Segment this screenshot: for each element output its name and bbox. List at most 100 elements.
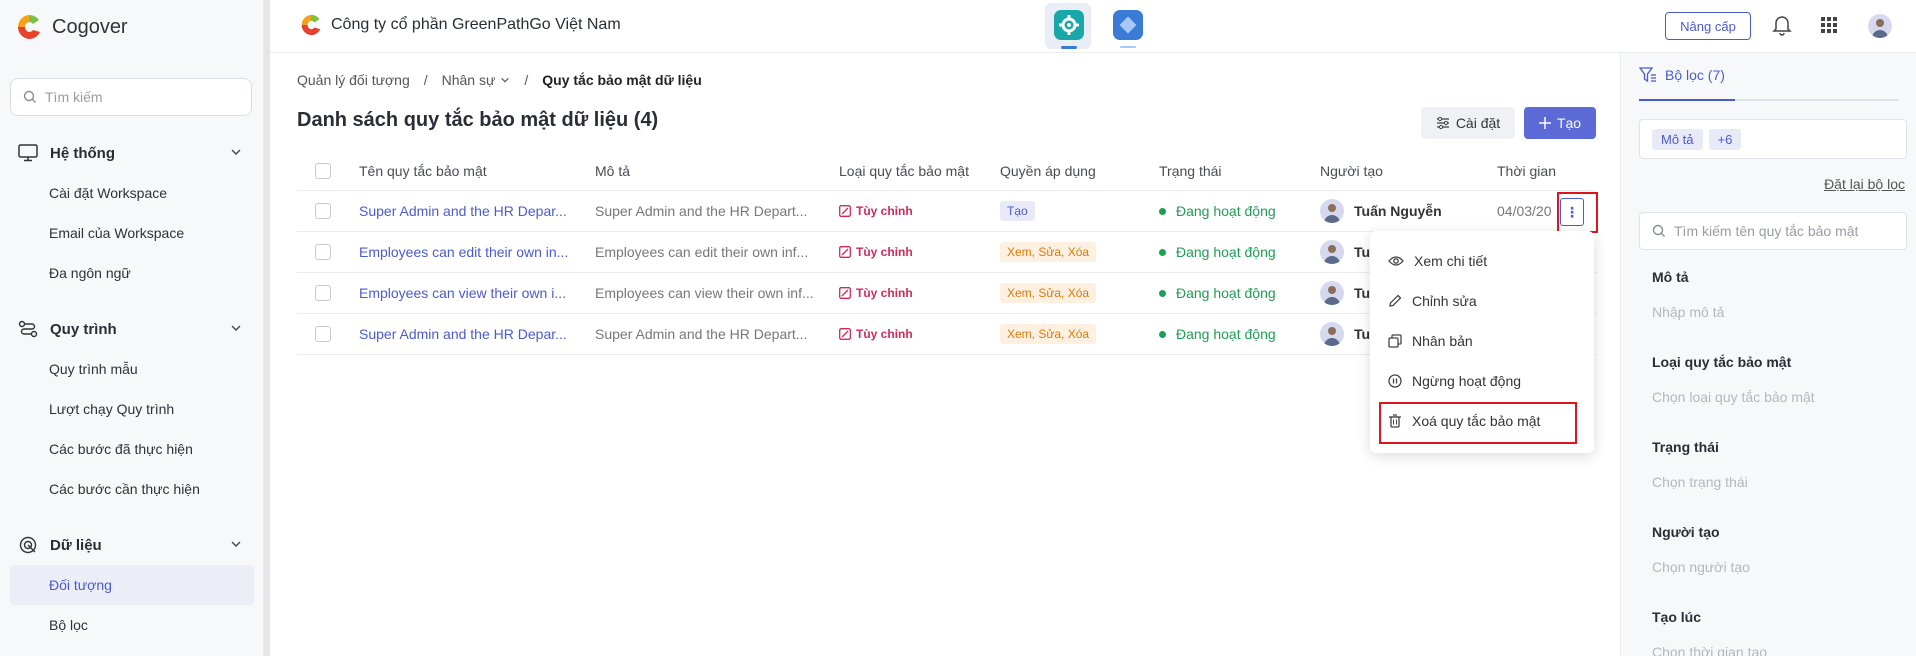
sidebar-item-completed-steps[interactable]: Các bước đã thực hiện — [0, 429, 264, 469]
filter-select-creator[interactable]: Chọn người tạo — [1652, 559, 1750, 575]
breadcrumb-mid-label: Nhân sự — [441, 72, 496, 88]
work-app-icon[interactable] — [1113, 10, 1143, 40]
reset-filters-link[interactable]: Đặt lại bộ lọc — [1824, 176, 1905, 192]
menu-item-edit[interactable]: Chỉnh sửa — [1388, 281, 1477, 321]
filter-select-rule-type[interactable]: Chọn loại quy tắc bảo mật — [1652, 389, 1815, 405]
top-bar: Công ty cổ phần GreenPathGo Việt Nam Nân… — [270, 0, 1916, 53]
col-header-permission[interactable]: Quyền áp dụng — [1000, 163, 1096, 179]
filter-chip-description[interactable]: Mô tả — [1652, 128, 1703, 150]
filter-input-description[interactable]: Nhập mô tả — [1652, 304, 1724, 320]
menu-item-label: Ngừng hoạt động — [1412, 373, 1522, 389]
creator-cell: Tu — [1320, 281, 1370, 305]
custom-edit-icon — [839, 287, 851, 299]
filter-label-status: Trạng thái — [1652, 439, 1719, 455]
plus-icon — [1538, 117, 1551, 129]
filter-panel: Bộ lọc (7) Mô tả +6 Đặt lại bộ lọc Tìm k… — [1620, 53, 1916, 656]
permission-cell: Xem, Sửa, Xóa — [1000, 283, 1097, 303]
eye-icon — [1388, 256, 1404, 266]
sidebar-section-workflow: Quy trình Quy trình mẫu Lượt chạy Quy tr… — [0, 309, 264, 509]
col-header-type[interactable]: Loại quy tắc bảo mật — [839, 163, 969, 179]
creator-name: Tuấn Nguyễn — [1354, 203, 1442, 219]
row-checkbox[interactable] — [315, 244, 331, 260]
permission-chip: Xem, Sửa, Xóa — [1000, 283, 1097, 303]
sidebar-section-data: Dữ liệu Đối tượng Bộ lọc — [0, 525, 264, 645]
row-checkbox[interactable] — [315, 285, 331, 301]
bell-icon[interactable] — [1772, 14, 1792, 36]
row-checkbox[interactable] — [315, 203, 331, 219]
creator-name: Tu — [1354, 285, 1371, 301]
custom-edit-icon — [839, 328, 851, 340]
sidebar-item-pending-steps[interactable]: Các bước cần thực hiện — [0, 469, 264, 509]
creator-cell: Tu — [1320, 240, 1370, 264]
filter-select-status[interactable]: Chọn trạng thái — [1652, 474, 1748, 490]
menu-item-view-details[interactable]: Xem chi tiết — [1388, 241, 1487, 281]
filter-select-created-at[interactable]: Chọn thời gian tạo — [1652, 644, 1767, 656]
sidebar-search-input[interactable]: Tìm kiếm — [10, 78, 252, 116]
delete-highlight-box — [1379, 402, 1577, 444]
company-switcher[interactable]: Công ty cổ phần GreenPathGo Việt Nam — [300, 13, 621, 37]
rule-name-link[interactable]: Employees can view their own i... — [359, 285, 566, 301]
sidebar-item-languages[interactable]: Đa ngôn ngữ — [0, 253, 264, 293]
sidebar-section-header-system[interactable]: Hệ thống — [0, 133, 264, 173]
copy-icon — [1388, 334, 1402, 348]
sidebar-section-header-workflow[interactable]: Quy trình — [0, 309, 264, 349]
status-dot — [1159, 330, 1166, 338]
sidebar-item-workspace-settings[interactable]: Cài đặt Workspace — [0, 173, 264, 213]
col-header-time[interactable]: Thời gian — [1497, 163, 1559, 179]
sidebar-item-workflow-runs[interactable]: Lượt chạy Quy trình — [0, 389, 264, 429]
rule-type-badge: Tùy chỉnh — [839, 245, 913, 259]
sidebar-scrollbar[interactable] — [264, 0, 270, 656]
chevron-down-icon — [231, 149, 241, 155]
monitor-icon — [18, 144, 38, 162]
filter-tab[interactable]: Bộ lọc (7) — [1639, 67, 1725, 83]
sidebar-item-workspace-email[interactable]: Email của Workspace — [0, 213, 264, 253]
chevron-down-icon — [231, 325, 241, 331]
col-header-description[interactable]: Mô tả — [595, 163, 630, 179]
chevron-down-icon — [501, 77, 510, 83]
sidebar-item-objects[interactable]: Đối tượng — [10, 565, 254, 605]
col-header-name[interactable]: Tên quy tắc bảo mật — [359, 163, 487, 179]
app-logo[interactable]: Cogover — [16, 13, 128, 41]
select-all-checkbox[interactable] — [315, 162, 331, 179]
company-logo-icon — [301, 14, 321, 36]
filter-label-creator: Người tạo — [1652, 524, 1720, 540]
col-header-status[interactable]: Trạng thái — [1159, 163, 1222, 179]
filter-chip-more[interactable]: +6 — [1708, 128, 1742, 150]
pencil-icon — [1389, 294, 1402, 307]
active-filter-chips[interactable]: Mô tả +6 — [1639, 119, 1907, 159]
sidebar-search-placeholder: Tìm kiếm — [45, 89, 103, 105]
app-name: Cogover — [52, 15, 128, 38]
company-name: Công ty cổ phần GreenPathGo Việt Nam — [331, 16, 621, 33]
upgrade-button[interactable]: Nâng cấp — [1665, 12, 1751, 40]
menu-item-deactivate[interactable]: Ngừng hoạt động — [1388, 361, 1521, 401]
avatar-icon — [1872, 19, 1888, 38]
filter-search-input[interactable]: Tìm kiếm tên quy tắc bảo mật — [1639, 212, 1907, 250]
breadcrumb-root[interactable]: Quản lý đối tượng — [297, 72, 410, 88]
breadcrumb-mid[interactable]: Nhân sự — [442, 72, 511, 88]
menu-item-duplicate[interactable]: Nhân bản — [1388, 321, 1473, 361]
table-row[interactable]: Super Admin and the HR Depar... Super Ad… — [297, 191, 1597, 232]
filter-tab-label: Bộ lọc (7) — [1665, 67, 1725, 83]
pause-circle-icon — [1388, 374, 1402, 388]
row-checkbox[interactable] — [315, 326, 331, 342]
sidebar-item-workflow-templates[interactable]: Quy trình mẫu — [0, 349, 264, 389]
apps-grid-icon[interactable] — [1821, 17, 1837, 33]
rule-type-label: Tùy chỉnh — [856, 286, 913, 300]
settings-button[interactable]: Cài đặt — [1421, 107, 1515, 139]
rule-name-link[interactable]: Employees can edit their own in... — [359, 244, 568, 260]
rule-name-link[interactable]: Super Admin and the HR Depar... — [359, 203, 567, 219]
avatar-icon — [1324, 286, 1340, 305]
user-avatar[interactable] — [1868, 14, 1892, 38]
breadcrumb-separator: / — [423, 72, 428, 88]
col-header-creator[interactable]: Người tạo — [1320, 163, 1383, 179]
create-button-label: Tạo — [1556, 115, 1582, 131]
status-dot — [1159, 207, 1166, 215]
sidebar-item-filters[interactable]: Bộ lọc — [0, 605, 264, 645]
rule-description: Employees can view their own inf... — [595, 285, 814, 301]
rule-name-link[interactable]: Super Admin and the HR Depar... — [359, 326, 567, 342]
filter-label-description: Mô tả — [1652, 269, 1689, 285]
rule-type-badge: Tùy chỉnh — [839, 204, 913, 218]
sidebar-section-header-data[interactable]: Dữ liệu — [0, 525, 264, 565]
create-button[interactable]: Tạo — [1524, 107, 1596, 139]
status-label: Đang hoạt động — [1176, 285, 1276, 301]
